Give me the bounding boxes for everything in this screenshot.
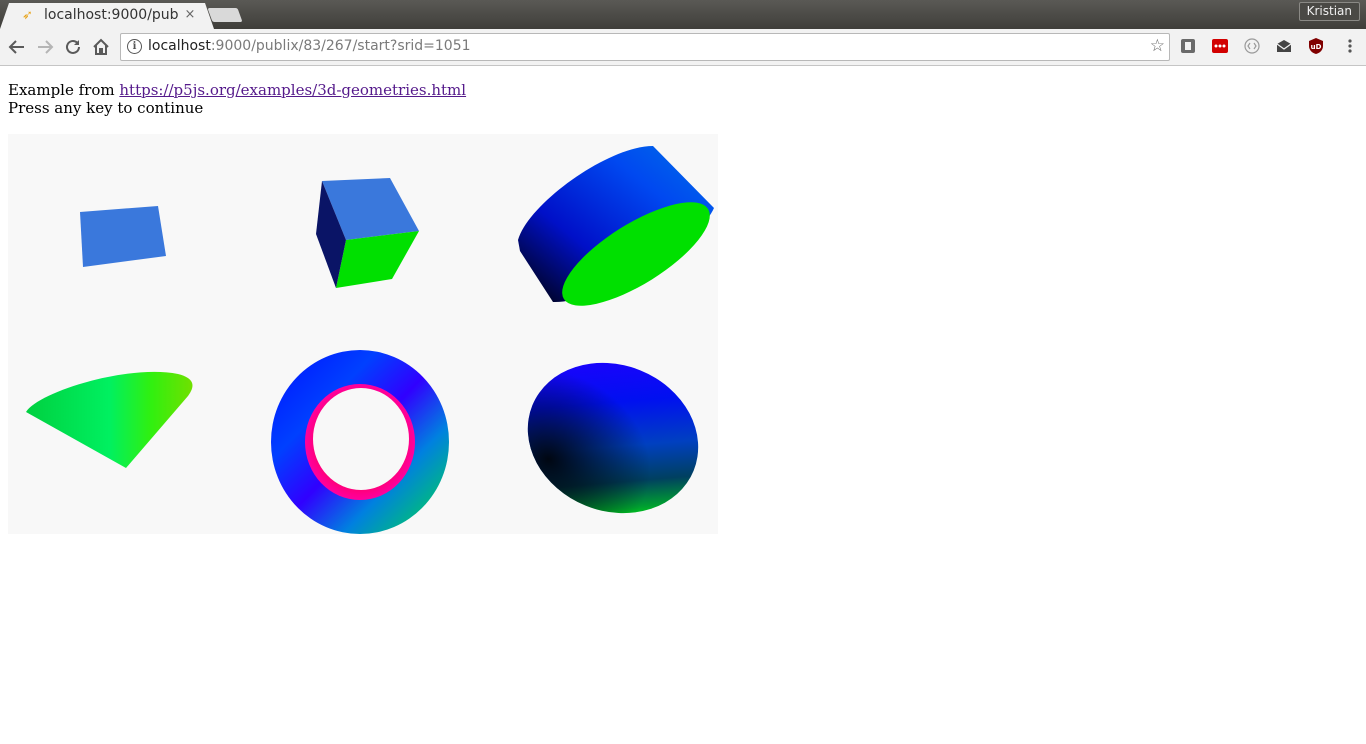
pocket-extension-icon[interactable] [1180,38,1196,54]
torus-shape [271,350,449,534]
browser-toolbar: i localhost:9000/publix/83/267/start?sri… [0,29,1366,66]
address-bar[interactable]: i localhost:9000/publix/83/267/start?sri… [120,33,1170,61]
p5-canvas[interactable] [8,134,718,534]
profile-button[interactable]: Kristian [1298,2,1360,21]
page-content: Example from https://p5js.org/examples/3… [0,66,1366,744]
home-icon[interactable] [90,36,112,58]
geometry-render [26,146,714,534]
intro-line: Example from https://p5js.org/examples/3… [8,81,467,99]
menu-dots-icon[interactable] [1342,38,1358,54]
new-tab-button[interactable] [207,8,243,22]
cone-shape [26,371,193,468]
mail-extension-icon[interactable] [1276,38,1292,54]
url-text[interactable]: localhost:9000/publix/83/267/start?srid=… [148,38,471,54]
lastpass-extension-icon[interactable] [1212,38,1228,54]
favicon-icon: ➶ [22,8,33,23]
back-arrow-icon[interactable] [6,36,28,58]
box-shape [316,178,419,288]
svg-text:uD: uD [1311,43,1322,51]
info-icon[interactable]: i [127,39,142,54]
tab-close-icon[interactable]: × [182,6,198,24]
ellipsoid-shape [527,362,699,514]
browser-tab[interactable]: ➶ localhost:9000/pub × [0,3,214,29]
reload-icon[interactable] [62,36,84,58]
ublock-extension-icon[interactable]: uD [1308,38,1324,54]
plane-shape [80,206,166,267]
cylinder-shape [518,146,714,306]
instruction-text: Press any key to continue [8,99,204,117]
star-icon[interactable]: ☆ [1150,36,1165,56]
forward-arrow-icon[interactable] [34,36,56,58]
tab-bar: ➶ localhost:9000/pub × Kristian [0,0,1366,29]
example-link[interactable]: https://p5js.org/examples/3d-geometries.… [119,81,466,99]
code-extension-icon[interactable] [1244,38,1260,54]
tab-title: localhost:9000/pub [44,7,179,23]
